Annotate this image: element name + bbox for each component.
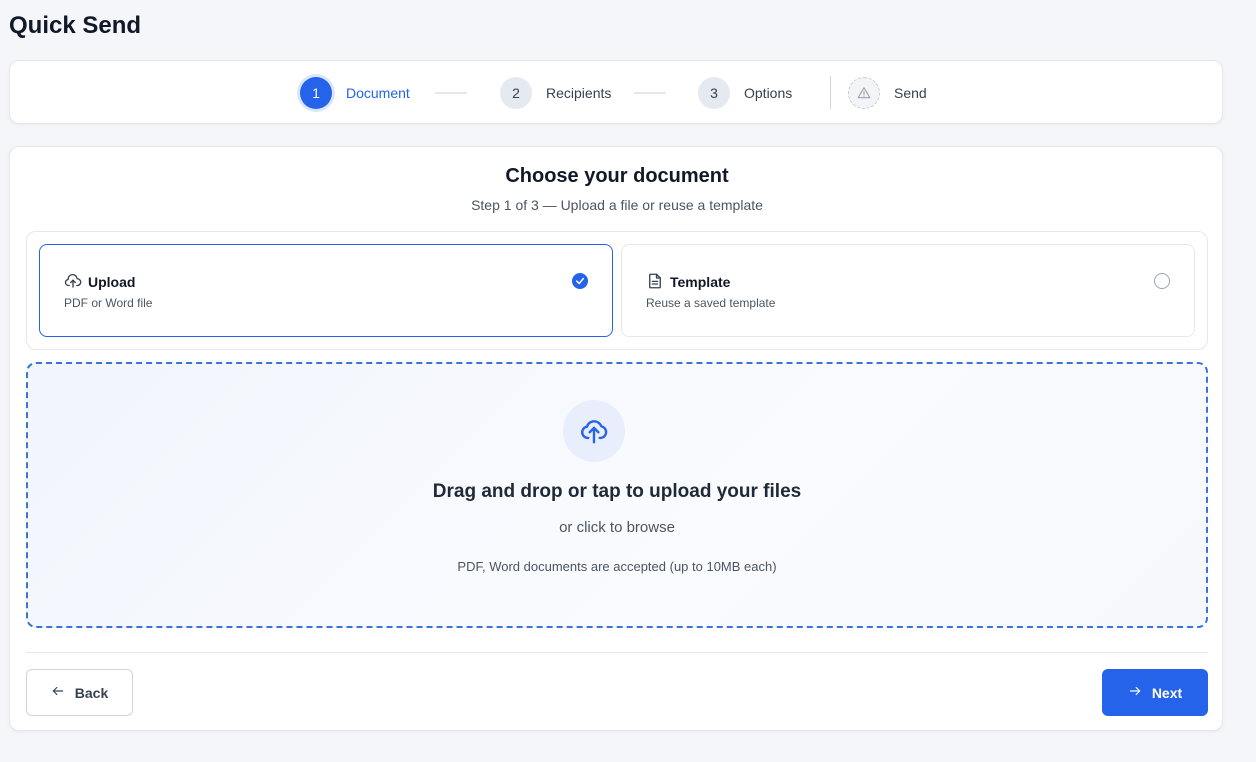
cloud-upload-icon bbox=[64, 272, 82, 290]
arrow-left-icon bbox=[51, 684, 65, 701]
template-radio[interactable] bbox=[1154, 273, 1170, 289]
page-title: Quick Send bbox=[9, 12, 142, 39]
step-label: Send bbox=[894, 85, 927, 101]
check-icon bbox=[572, 273, 588, 289]
dropzone-note: PDF, Word documents are accepted (up to … bbox=[457, 559, 777, 574]
stepper: 1 Document 2 Recipients 3 Options Send bbox=[9, 60, 1223, 124]
step-number: 1 bbox=[300, 77, 332, 109]
footer-divider bbox=[26, 652, 1208, 653]
step-label: Document bbox=[346, 85, 410, 101]
step-send[interactable]: Send bbox=[848, 61, 927, 125]
next-button[interactable]: Next bbox=[1102, 669, 1208, 716]
option-title: Upload bbox=[88, 274, 136, 290]
step-number: 3 bbox=[698, 77, 730, 109]
browse-link[interactable]: or click to browse bbox=[28, 519, 1206, 536]
step-recipients[interactable]: 2 Recipients bbox=[500, 61, 611, 125]
send-warning-icon bbox=[848, 77, 880, 109]
next-button-label: Next bbox=[1151, 684, 1183, 701]
option-title: Template bbox=[670, 274, 731, 290]
arrow-right-icon bbox=[1128, 684, 1142, 701]
upload-option[interactable]: Upload PDF or Word file bbox=[39, 244, 613, 337]
step-options[interactable]: 3 Options bbox=[698, 61, 792, 125]
source-options: Upload PDF or Word file Template Reuse a… bbox=[26, 231, 1208, 350]
section-heading: Choose your document bbox=[505, 165, 729, 187]
step-number: 2 bbox=[500, 77, 532, 109]
step-label: Recipients bbox=[546, 85, 612, 101]
step-connector bbox=[435, 92, 467, 94]
dropzone-title: Drag and drop or tap to upload your file… bbox=[432, 481, 802, 502]
cloud-upload-icon bbox=[563, 400, 625, 462]
section-subheading: Step 1 of 3 — Upload a file or reuse a t… bbox=[471, 197, 763, 213]
step-divider bbox=[830, 76, 831, 109]
template-option[interactable]: Template Reuse a saved template bbox=[621, 244, 1195, 337]
step-document[interactable]: 1 Document bbox=[300, 61, 410, 125]
step-connector bbox=[634, 92, 666, 94]
back-button-label: Back bbox=[74, 684, 109, 701]
step-label: Options bbox=[744, 85, 793, 101]
option-description: PDF or Word file bbox=[64, 296, 153, 310]
document-icon bbox=[646, 272, 664, 290]
back-button[interactable]: Back bbox=[26, 669, 133, 716]
document-card: Choose your document Step 1 of 3 — Uploa… bbox=[9, 146, 1223, 731]
file-dropzone[interactable]: Drag and drop or tap to upload your file… bbox=[26, 362, 1208, 628]
option-description: Reuse a saved template bbox=[646, 296, 776, 310]
